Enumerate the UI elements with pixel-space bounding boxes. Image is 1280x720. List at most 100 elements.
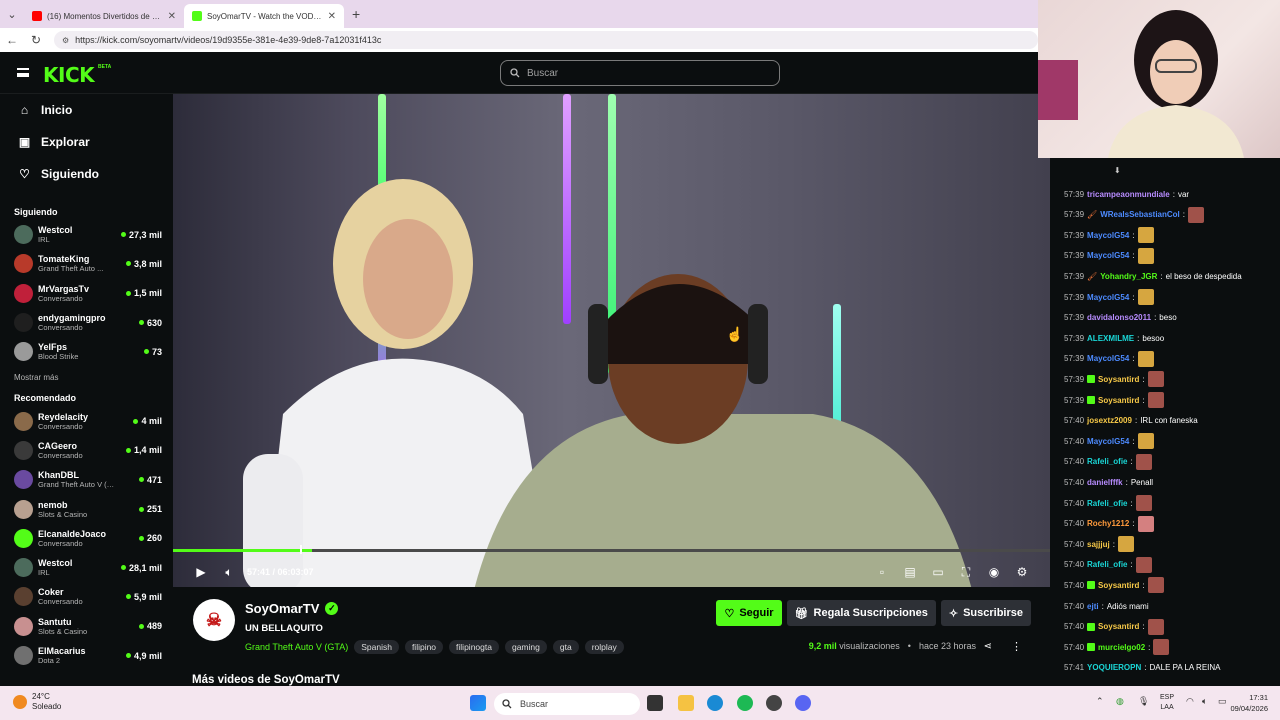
channel-item[interactable]: ElcanaldeJoaco Conversando 260 [0, 524, 172, 553]
chat-message[interactable]: 57:40 Rochy1212: [1064, 514, 1154, 534]
video-player[interactable]: ☝ [173, 94, 1050, 587]
nav-following[interactable]: ♡ Siguiendo [0, 158, 172, 190]
chat-username[interactable]: ALEXMILME [1087, 334, 1134, 343]
video-progress-bar[interactable] [173, 545, 1050, 554]
progress-handle[interactable] [300, 545, 302, 554]
channel-item[interactable]: Westcol IRL 28,1 mil [0, 553, 172, 582]
url-field[interactable]: ⚙ https://kick.com/soyomartv/videos/19d9… [54, 31, 1038, 49]
tag-chip[interactable]: filipinogta [449, 640, 499, 654]
chat-message[interactable]: 57:39 MaycolG54: [1064, 349, 1154, 369]
channel-item[interactable]: Coker Conversando 5,9 mil [0, 582, 172, 611]
chat-message[interactable]: 57:41 YOQUIEROPN: DALE PA LA REINA [1064, 658, 1221, 678]
chat-message[interactable]: 57:40 Soysantird: [1064, 617, 1164, 637]
new-tab-button[interactable]: + [352, 6, 360, 22]
chat-username[interactable]: Rafeli_ofie [1087, 499, 1127, 508]
chat-message[interactable]: 57:40 MaycolG54: [1064, 431, 1154, 451]
weather-widget[interactable]: 24°C Soleado [13, 692, 61, 712]
battery-icon[interactable]: ▭ [1218, 696, 1227, 707]
task-view-icon[interactable] [647, 695, 663, 711]
gift-subs-button[interactable]: 🎁︎ Regala Suscripciones [786, 600, 936, 626]
channel-item[interactable]: ElMacarius Dota 2 4,9 mil [0, 641, 172, 670]
chat-username[interactable]: Soysantird [1098, 375, 1139, 384]
channel-item[interactable]: CAGeero Conversando 1,4 mil [0, 436, 172, 465]
chat-message[interactable]: 57:39 davidalonso2011: beso [1064, 308, 1177, 328]
chat-username[interactable]: MaycolG54 [1087, 293, 1129, 302]
speaker-icon[interactable]: 🔈︎ [1202, 696, 1207, 707]
microphone-icon[interactable]: 🎙︎ [1138, 696, 1149, 707]
chat-message[interactable]: 57:39 ALEXMILME: besoo [1064, 328, 1164, 348]
browser-tab-youtube[interactable]: (16) Momentos Divertidos de Crea ✕ [24, 4, 184, 28]
chat-message[interactable]: 57:39 MaycolG54: [1064, 287, 1154, 307]
settings-icon[interactable]: ⚙ [1008, 558, 1036, 586]
channel-item[interactable]: KhanDBL Grand Theft Auto V (G... 471 [0, 465, 172, 494]
chat-message[interactable]: 57:40 Rafeli_ofie: [1064, 555, 1152, 575]
discord-icon[interactable] [795, 695, 811, 711]
chat-username[interactable]: MaycolG54 [1087, 437, 1129, 446]
clip-icon[interactable]: ▤ [896, 558, 924, 586]
chat-username[interactable]: Rochy1212 [1087, 519, 1129, 528]
chat-message[interactable]: 57:39 Soysantird: [1064, 390, 1164, 410]
channel-item[interactable]: YelFps Blood Strike 73 [0, 337, 172, 366]
back-icon[interactable]: ← [0, 33, 24, 47]
chat-username[interactable]: sajjjuj [1087, 540, 1110, 549]
chat-filter-icon[interactable]: ⬇ [1114, 166, 1121, 176]
channel-item[interactable]: Reydelacity Conversando 4 mil [0, 406, 172, 435]
chat-username[interactable]: josextz2009 [1087, 416, 1132, 425]
tag-chip[interactable]: rolplay [584, 640, 624, 654]
kick-logo[interactable]: KICK [43, 63, 95, 87]
channel-item[interactable]: endygamingpro Conversando 630 [0, 308, 172, 337]
category-link[interactable]: Grand Theft Auto V (GTA) [245, 642, 348, 652]
chat-message[interactable]: 57:39 MaycolG54: [1064, 246, 1154, 266]
chat-username[interactable]: YOQUIEROPN [1087, 663, 1141, 672]
app-icon[interactable] [766, 695, 782, 711]
chat-username[interactable]: davidalonso2011 [1087, 313, 1151, 322]
chat-username[interactable]: ejti [1087, 602, 1099, 611]
pip-icon[interactable]: ▫ [868, 558, 896, 586]
tray-expand-icon[interactable]: ⌃ [1096, 696, 1104, 707]
chat-username[interactable]: Soysantird [1098, 581, 1139, 590]
show-more-link[interactable]: Mostrar más [0, 366, 172, 388]
chat-username[interactable]: Rafeli_ofie [1087, 457, 1127, 466]
clock[interactable]: 17:31 09/04/2026 [1230, 692, 1268, 714]
spotify-icon[interactable] [737, 695, 753, 711]
channel-item[interactable]: TomateKing Grand Theft Auto ... 3,8 mil [0, 249, 172, 278]
channel-item[interactable]: MrVargasTv Conversando 1,5 mil [0, 279, 172, 308]
taskbar-search[interactable]: Buscar [494, 693, 640, 715]
chat-message[interactable]: 57:39 MaycolG54: [1064, 225, 1154, 245]
fullscreen-icon[interactable]: ⛶ [952, 558, 980, 586]
windows-start-icon[interactable] [470, 695, 486, 711]
volume-icon[interactable]: 🔈︎ [215, 558, 243, 586]
chat-username[interactable]: Soysantird [1098, 396, 1139, 405]
chat-username[interactable]: MaycolG54 [1087, 231, 1129, 240]
nav-explore[interactable]: ▣ Explorar [0, 126, 172, 158]
chat-message[interactable]: 57:39 🖌︎ Yohandry_JGR: el beso de despedida [1064, 266, 1242, 286]
chat-message[interactable]: 57:40 Soysantird: [1064, 575, 1164, 595]
chat-message[interactable]: 57:40 ejti: Adiós mami [1064, 596, 1149, 616]
tray-app-icon[interactable]: ◍ [1116, 696, 1124, 707]
chat-username[interactable]: Soysantird [1098, 622, 1139, 631]
chat-message[interactable]: 57:40 josextz2009: IRL con faneska [1064, 411, 1198, 431]
chat-message[interactable]: 57:40 sajjjuj: [1064, 534, 1134, 554]
close-tab-icon[interactable]: ✕ [168, 11, 176, 22]
site-info-icon[interactable]: ⚙ [62, 36, 69, 45]
chat-username[interactable]: danielfffk [1087, 478, 1123, 487]
chat-username[interactable]: murcielgo02 [1098, 643, 1145, 652]
chat-username[interactable]: MaycolG54 [1087, 354, 1129, 363]
chat-message[interactable]: 57:40 danielfffk: Penall [1064, 472, 1153, 492]
chat-message[interactable]: 57:39 Soysantird: [1064, 369, 1164, 389]
search-input[interactable]: Buscar [500, 60, 780, 86]
nav-home[interactable]: ⌂ Inicio [0, 94, 172, 126]
playback-speed-icon[interactable]: ◉ [980, 558, 1008, 586]
tag-chip[interactable]: gta [552, 640, 579, 654]
channel-avatar[interactable]: ☠ [193, 599, 235, 641]
close-tab-icon[interactable]: ✕ [328, 11, 336, 22]
chat-username[interactable]: Rafeli_ofie [1087, 560, 1127, 569]
chat-username[interactable]: WRealsSebastianCol [1100, 210, 1180, 219]
chat-message[interactable]: 57:40 murcielgo02: [1064, 637, 1170, 657]
theater-mode-icon[interactable]: ▭ [924, 558, 952, 586]
follow-button[interactable]: ♡ Seguir [716, 600, 782, 626]
subscribe-button[interactable]: ✧ Suscribirse [940, 600, 1031, 626]
reload-icon[interactable]: ↻ [24, 33, 48, 47]
channel-name[interactable]: SoyOmarTV [245, 601, 319, 616]
chat-message[interactable]: 57:40 Rafeli_ofie: [1064, 493, 1152, 513]
